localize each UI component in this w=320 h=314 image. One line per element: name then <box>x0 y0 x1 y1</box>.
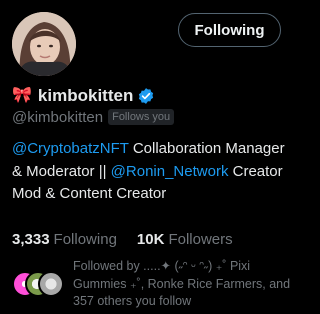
avatar-photo <box>12 12 76 76</box>
bio-mention-ronin[interactable]: @Ronin_Network <box>111 163 229 180</box>
handle-row: @kimbokitten Follows you <box>12 107 175 127</box>
mutual-followers-avatars <box>12 271 64 297</box>
name-row: 🎀 kimbokitten <box>12 85 155 107</box>
followed-by-section[interactable]: Followed by .....✦ (˶ᵔ ᵕ ᵔ˶) ₊˚ Pixi Gum… <box>12 258 292 312</box>
display-name[interactable]: kimbokitten <box>38 86 133 106</box>
followers-count: 10K <box>136 231 165 248</box>
mutual-avatar <box>38 271 64 297</box>
ribbon-bow-icon: 🎀 <box>12 87 32 104</box>
verified-badge-icon <box>137 87 155 105</box>
following-button[interactable]: Following <box>178 13 281 47</box>
profile-avatar[interactable] <box>12 12 76 76</box>
bio-mention-cryptobatz[interactable]: @CryptobatzNFT <box>12 140 129 157</box>
followers-label: Followers <box>168 231 233 248</box>
followed-by-text: Followed by .....✦ (˶ᵔ ᵕ ᵔ˶) ₊˚ Pixi Gum… <box>73 259 291 308</box>
username-handle[interactable]: @kimbokitten <box>12 109 103 126</box>
profile-hover-card: Following 🎀 kimbokitten @kimbokitten Fol… <box>0 0 296 314</box>
follows-you-badge: Follows you <box>108 109 175 125</box>
profile-bio: @CryptobatzNFT Collaboration Manager & M… <box>12 138 287 206</box>
follow-stats: 3,333 Following 10K Followers <box>12 231 233 248</box>
following-count: 3,333 <box>12 231 50 248</box>
followers-stat[interactable]: 10K Followers <box>137 231 233 248</box>
following-label: Following <box>53 231 117 248</box>
following-stat[interactable]: 3,333 Following <box>12 231 117 248</box>
